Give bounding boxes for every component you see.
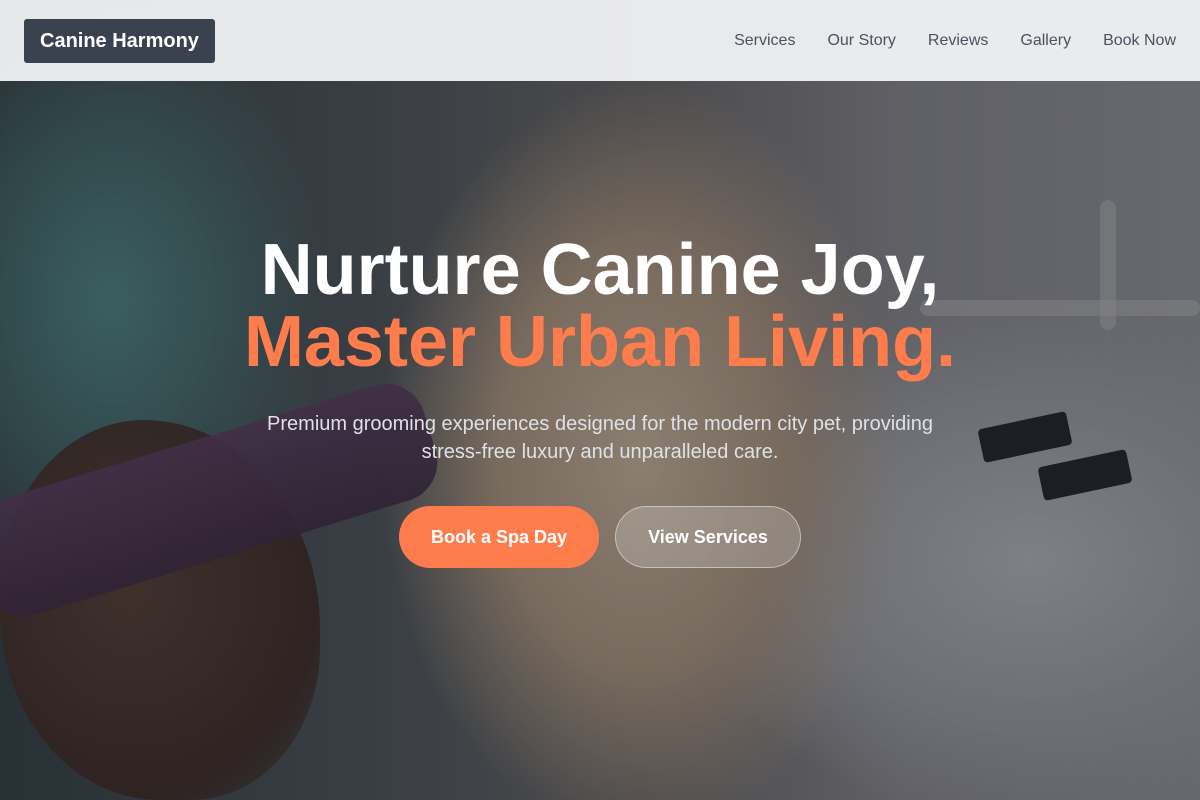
brand-logo[interactable]: Canine Harmony xyxy=(24,18,215,63)
nav-link-book-now[interactable]: Book Now xyxy=(1103,32,1176,50)
nav-link-gallery[interactable]: Gallery xyxy=(1020,32,1071,50)
hero-headline: Nurture Canine Joy, Master Urban Living. xyxy=(0,234,1200,378)
hero-actions: Book a Spa Day View Services xyxy=(0,506,1200,568)
book-spa-day-button[interactable]: Book a Spa Day xyxy=(399,506,599,568)
nav-link-our-story[interactable]: Our Story xyxy=(827,32,895,50)
main-nav: Services Our Story Reviews Gallery Book … xyxy=(734,32,1176,50)
hero-subtext: Premium grooming experiences designed fo… xyxy=(267,413,933,463)
hero-section: Nurture Canine Joy, Master Urban Living.… xyxy=(0,234,1200,568)
nav-link-reviews[interactable]: Reviews xyxy=(928,32,988,50)
landing-page: Canine Harmony Services Our Story Review… xyxy=(0,0,1200,800)
hero-headline-line2: Master Urban Living. xyxy=(243,302,957,382)
view-services-button[interactable]: View Services xyxy=(615,506,801,568)
nav-link-services[interactable]: Services xyxy=(734,32,795,50)
hero-headline-line1: Nurture Canine Joy, xyxy=(260,230,940,310)
site-header: Canine Harmony Services Our Story Review… xyxy=(0,0,1200,81)
